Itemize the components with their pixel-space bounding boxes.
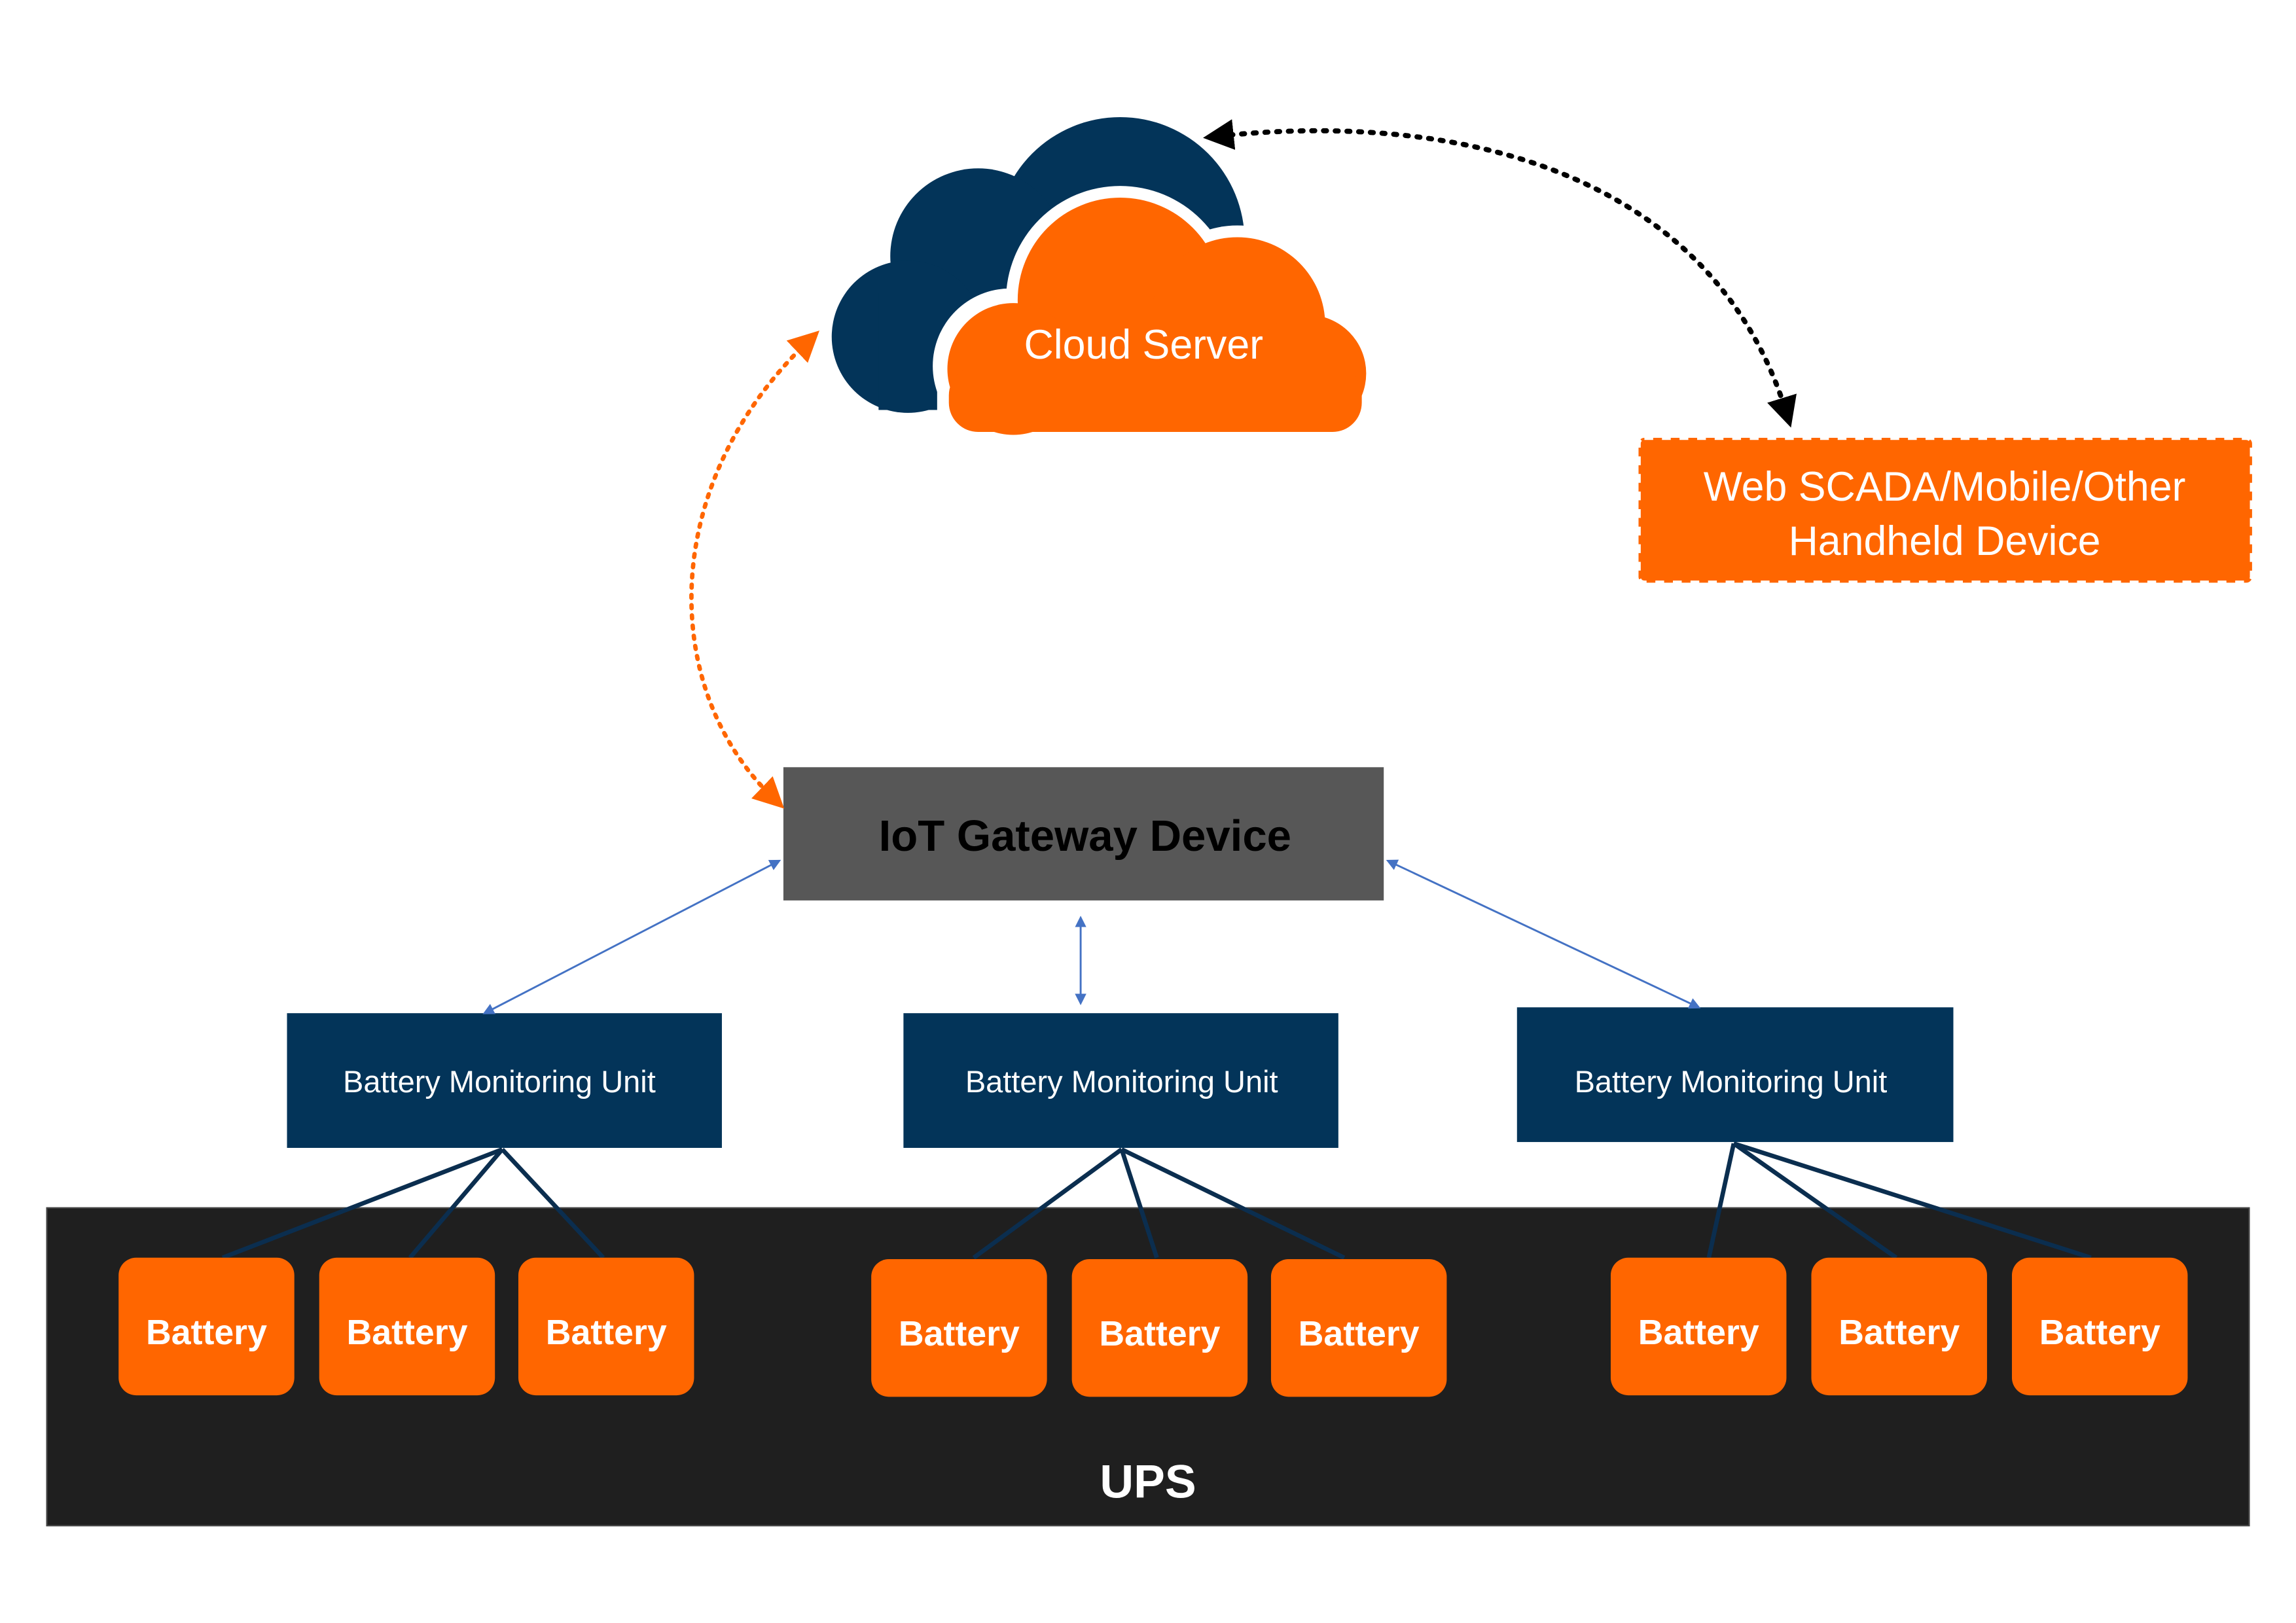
label: Battery — [2039, 1313, 2161, 1352]
battery: Battery — [1811, 1257, 1987, 1396]
label: Handheld Device — [1789, 518, 2101, 564]
label: Battery Monitoring Unit — [965, 1064, 1278, 1099]
label: Battery — [146, 1313, 267, 1352]
cloud-icon: Cloud Server — [831, 116, 1378, 444]
bmu-2: Battery Monitoring Unit — [903, 1013, 1338, 1149]
client-device-box: Web SCADA/Mobile/Other Handheld Device — [1636, 435, 2255, 585]
label: Battery — [1299, 1314, 1420, 1353]
ups-label: UPS — [1100, 1456, 1196, 1508]
battery: Battery — [1071, 1259, 1248, 1397]
link-arrow — [1386, 859, 1701, 1009]
cloud-server-label: Cloud Server — [1024, 322, 1263, 368]
bmu-3: Battery Monitoring Unit — [1516, 1007, 1954, 1143]
label: Battery Monitoring Unit — [1575, 1064, 1888, 1099]
battery: Battery — [1270, 1259, 1447, 1397]
label: Battery Monitoring Unit — [343, 1064, 656, 1099]
label: Battery — [1099, 1314, 1220, 1353]
battery: Battery — [2011, 1257, 2188, 1396]
battery-group-1: Battery Battery Battery — [118, 1257, 694, 1396]
label: Battery — [1638, 1313, 1759, 1352]
battery: Battery — [871, 1259, 1047, 1397]
iot-gateway-device: IoT Gateway Device — [783, 767, 1384, 901]
battery: Battery — [319, 1257, 495, 1396]
bmu-1: Battery Monitoring Unit — [287, 1013, 722, 1149]
label: Battery — [546, 1313, 667, 1352]
label: Battery — [1839, 1313, 1960, 1352]
battery: Battery — [118, 1257, 295, 1396]
battery-group-3: Battery Battery Battery — [1610, 1257, 2188, 1396]
label: IoT Gateway Device — [879, 812, 1291, 861]
battery-group-2: Battery Battery Battery — [871, 1259, 1447, 1397]
battery: Battery — [518, 1257, 694, 1396]
label: Battery — [899, 1314, 1020, 1353]
link-arrow — [482, 859, 781, 1014]
battery: Battery — [1610, 1257, 1787, 1396]
label: Web SCADA/Mobile/Other — [1704, 464, 2186, 510]
cloud-gateway-link — [689, 330, 819, 809]
battery-monitoring-diagram: UPS Battery Battery Battery Battery Batt… — [46, 116, 2255, 1527]
label: Battery — [346, 1313, 467, 1352]
